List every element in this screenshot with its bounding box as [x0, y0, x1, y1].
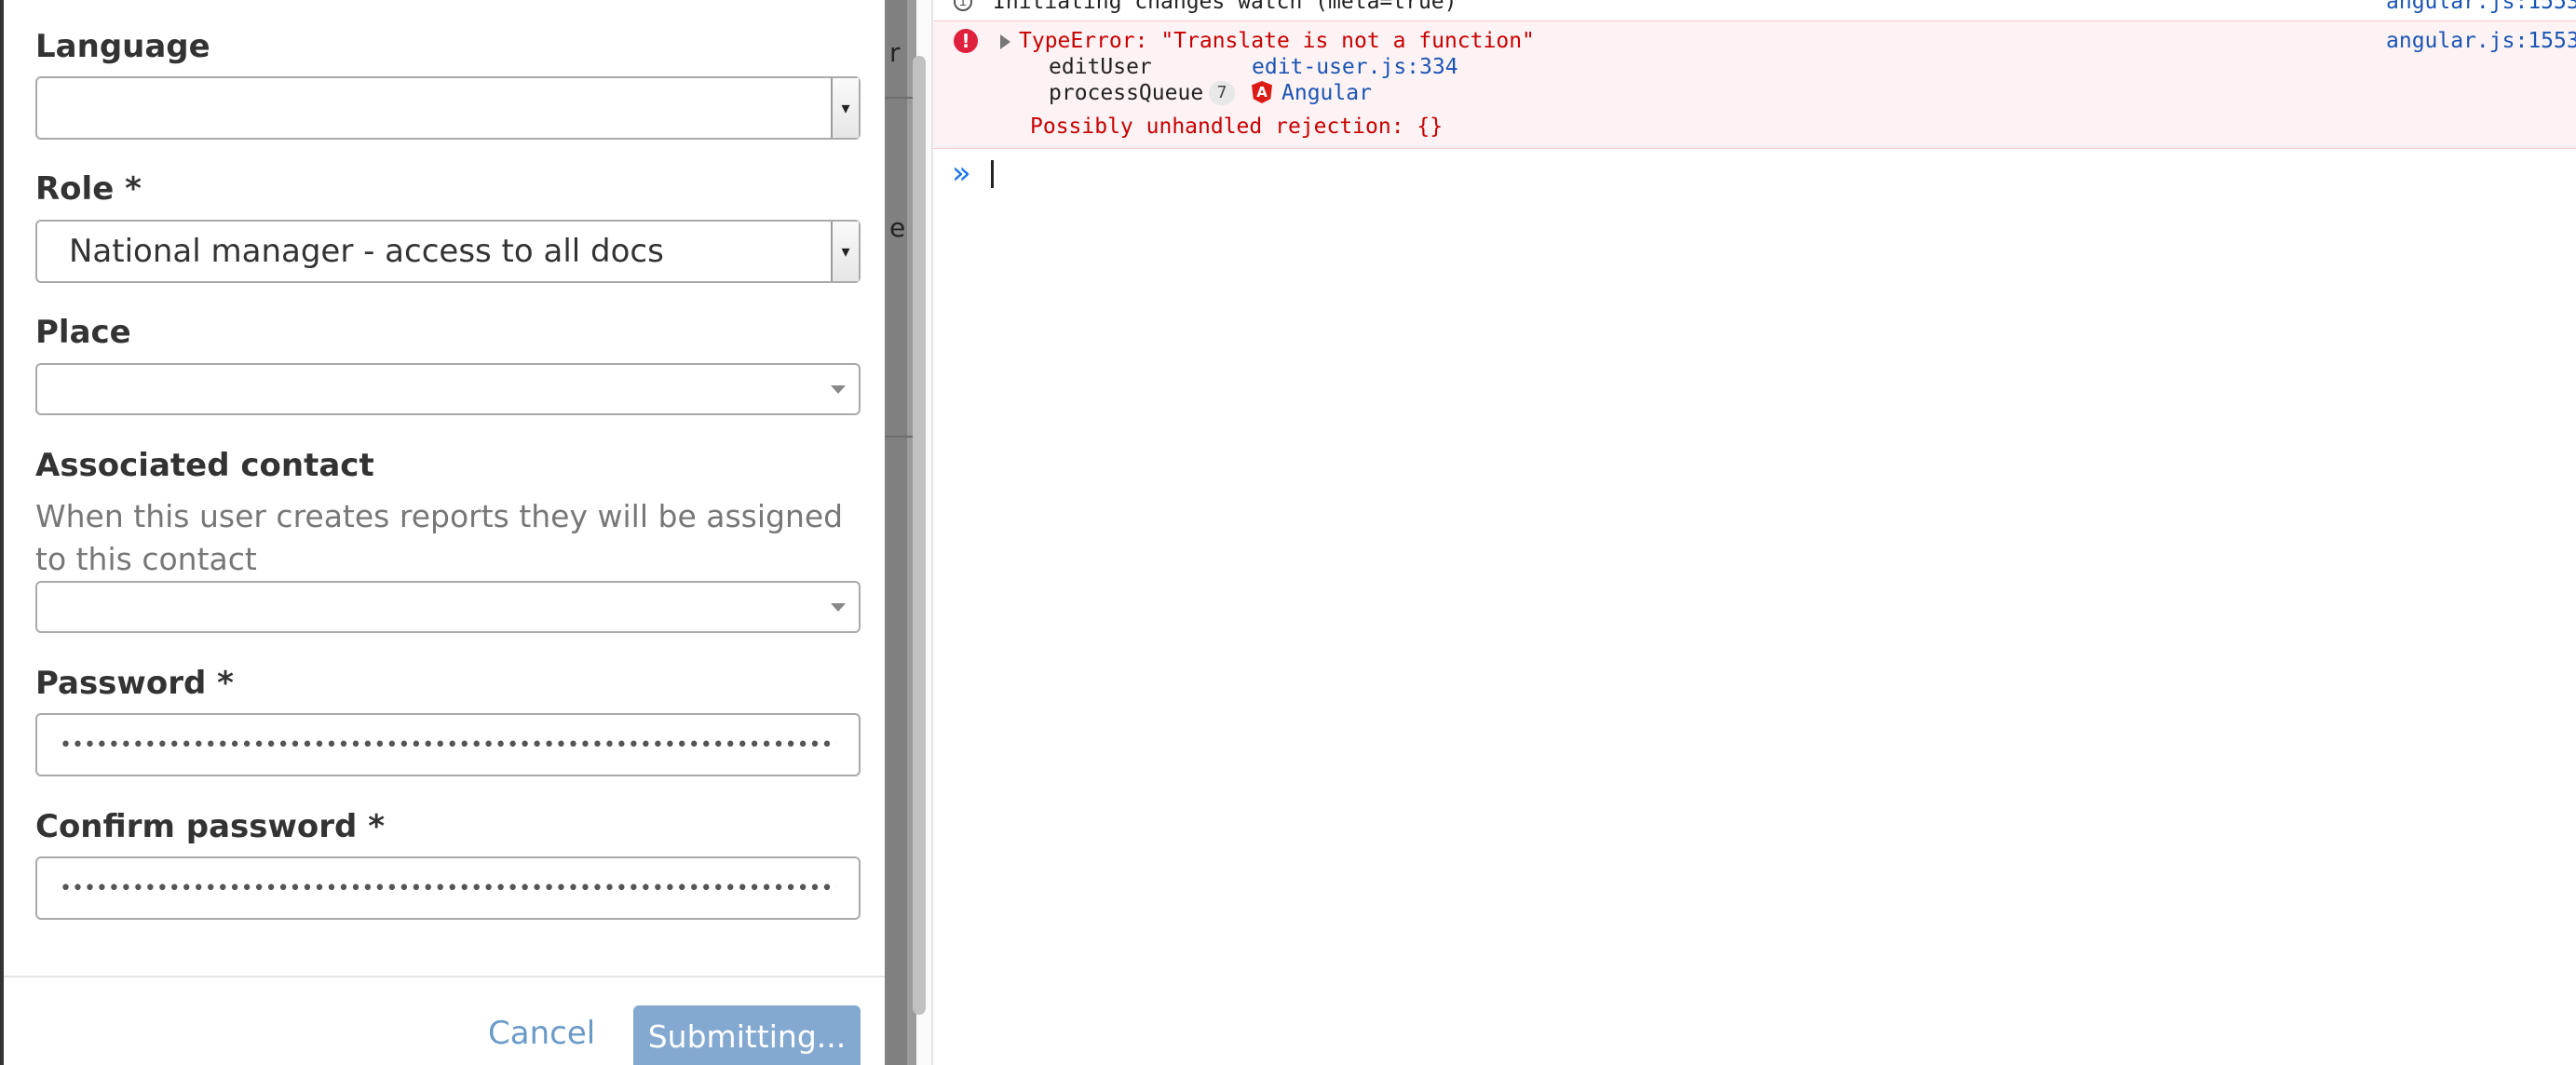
role-label: Role * — [35, 170, 142, 208]
angular-icon: A — [1252, 81, 1272, 103]
scrollbar-thumb[interactable] — [913, 56, 926, 1015]
background-text: e — [889, 212, 906, 243]
stack-frame-link[interactable]: Angular — [1281, 81, 1372, 105]
stack-frame-fn: editUser — [1049, 55, 1152, 79]
divider — [885, 97, 916, 99]
console-input-cursor[interactable] — [991, 160, 994, 188]
confirm-password-field[interactable]: ••••••••••••••••••••••••••••••••••••••••… — [35, 856, 861, 920]
unhandled-rejection-text: Possibly unhandled rejection: {} — [1030, 115, 1444, 139]
place-label: Place — [35, 314, 131, 351]
role-select-value: National manager - access to all docs — [69, 233, 664, 270]
password-label: Password * — [35, 665, 234, 702]
divider — [885, 436, 916, 438]
console-prompt-icon: » — [952, 155, 971, 192]
error-source-link[interactable]: angular.js:15530 — [2386, 29, 2576, 53]
background-text: r — [889, 37, 901, 68]
language-label: Language — [35, 28, 210, 65]
modal-backdrop — [885, 0, 907, 1065]
stack-frame-fn: processQueue — [1049, 81, 1204, 105]
stack-frame-link[interactable]: edit-user.js:334 — [1252, 55, 1458, 79]
console-log-text: Initiating changes watch (meta=true) — [993, 0, 1457, 14]
spinner-arrows-icon[interactable]: ▾ — [831, 222, 859, 281]
password-mask: ••••••••••••••••••••••••••••••••••••••••… — [60, 733, 836, 757]
submit-button[interactable]: Submitting... — [633, 1005, 861, 1065]
confirm-password-label: Confirm password * — [35, 808, 385, 845]
expand-triangle-icon[interactable] — [1000, 34, 1010, 49]
modal-footer-divider — [4, 976, 885, 977]
console-log-source-link[interactable]: angular.js:15530 — [2386, 0, 2576, 14]
devtools-console: i Initiating changes watch (meta=true) a… — [933, 0, 2576, 1065]
error-message: TypeError: "Translate is not a function" — [1019, 29, 1535, 53]
spinner-arrows-icon[interactable]: ▾ — [831, 78, 859, 138]
info-icon: i — [954, 0, 972, 11]
error-icon: ! — [954, 29, 978, 53]
role-select[interactable]: National manager - access to all docs ▾ — [35, 220, 861, 283]
cancel-button[interactable]: Cancel — [488, 1015, 595, 1052]
associated-contact-label: Associated contact — [35, 447, 374, 484]
edit-user-modal: Language ▾ Role * National manager - acc… — [0, 0, 885, 1065]
console-error-row[interactable]: ! TypeError: "Translate is not a functio… — [933, 20, 2576, 149]
associated-contact-help: When this user creates reports they will… — [35, 498, 844, 577]
confirm-password-mask: ••••••••••••••••••••••••••••••••••••••••… — [60, 876, 836, 900]
console-log-row: i Initiating changes watch (meta=true) a… — [933, 0, 2576, 21]
place-select[interactable] — [35, 363, 861, 415]
associated-contact-select[interactable] — [35, 581, 861, 633]
repeat-count-badge: 7 — [1209, 81, 1235, 105]
chevron-down-icon — [831, 385, 846, 394]
password-field[interactable]: ••••••••••••••••••••••••••••••••••••••••… — [35, 713, 861, 776]
language-select[interactable]: ▾ — [35, 76, 861, 140]
chevron-down-icon — [831, 603, 846, 612]
